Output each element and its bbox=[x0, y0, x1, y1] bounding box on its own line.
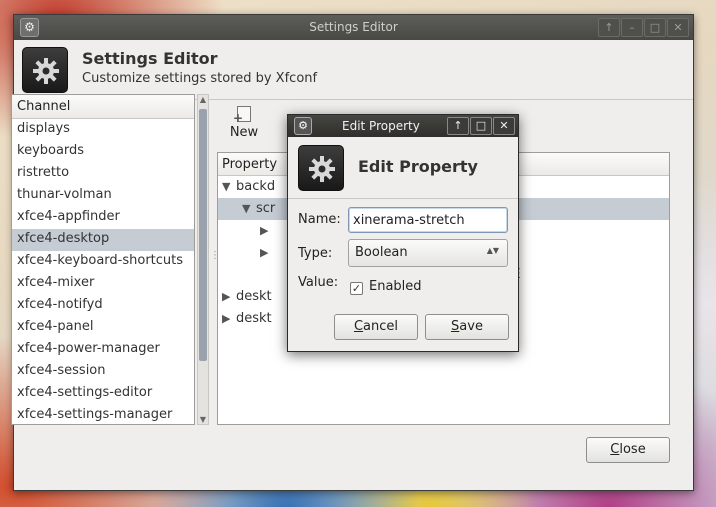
channel-item[interactable]: xfce4-power-manager bbox=[12, 339, 194, 361]
shade-icon[interactable]: ↑ bbox=[598, 18, 620, 37]
dialog-window-controls: ↑ □ ✕ bbox=[447, 117, 515, 135]
dialog-menu-icon[interactable]: ⚙ bbox=[294, 117, 312, 135]
save-button[interactable]: Save bbox=[425, 314, 509, 340]
name-label: Name: bbox=[298, 212, 341, 227]
enabled-checkbox[interactable]: ✓ Enabled bbox=[350, 279, 422, 295]
collapsed-arrow-icon[interactable]: ▶ bbox=[222, 312, 236, 325]
channel-item[interactable]: xfce4-keyboard-shortcuts bbox=[12, 251, 194, 273]
channel-item[interactable]: keyboards bbox=[12, 141, 194, 163]
close-window-icon[interactable]: ✕ bbox=[493, 117, 515, 135]
type-select-value: Boolean bbox=[355, 245, 408, 260]
channel-item[interactable]: xfce4-settings-manager bbox=[12, 405, 194, 424]
dialog-header-title: Edit Property bbox=[358, 157, 478, 176]
window-title: Settings Editor bbox=[309, 20, 398, 34]
collapsed-arrow-icon[interactable]: ▶ bbox=[260, 246, 274, 259]
tree-row[interactable]: ▶ deskt bbox=[222, 289, 272, 311]
tree-row[interactable]: ▶ deskt bbox=[222, 311, 272, 333]
close-button[interactable]: Close bbox=[586, 437, 670, 463]
channel-item[interactable]: xfce4-desktop bbox=[12, 229, 194, 251]
window-header: Settings Editor Customize settings store… bbox=[14, 40, 693, 100]
channel-item[interactable]: xfce4-settings-editor bbox=[12, 383, 194, 405]
channel-scrollbar[interactable]: ▲ ▼ bbox=[197, 94, 209, 425]
channel-item[interactable]: xfce4-mixer bbox=[12, 273, 194, 295]
scrollbar-thumb[interactable] bbox=[199, 109, 207, 361]
channel-column-header[interactable]: Channel bbox=[12, 95, 194, 119]
cancel-button[interactable]: Cancel bbox=[334, 314, 418, 340]
window-titlebar[interactable]: ⚙ Settings Editor ↑ – □ ✕ bbox=[14, 15, 693, 40]
collapsed-arrow-icon[interactable]: ▶ bbox=[260, 224, 274, 237]
maximize-icon[interactable]: □ bbox=[470, 117, 492, 135]
expanded-arrow-icon[interactable]: ▼ bbox=[242, 202, 256, 215]
channel-item[interactable]: xfce4-notifyd bbox=[12, 295, 194, 317]
expanded-arrow-icon[interactable]: ▼ bbox=[222, 180, 236, 193]
enabled-checkbox-label: Enabled bbox=[369, 279, 422, 294]
settings-gear-icon bbox=[22, 47, 68, 93]
scroll-up-icon[interactable]: ▲ bbox=[198, 95, 208, 104]
channel-item[interactable]: ristretto bbox=[12, 163, 194, 185]
edit-property-dialog: ⚙ Edit Property ↑ □ ✕ Edit Property Name… bbox=[287, 114, 519, 352]
checkbox-checked-icon[interactable]: ✓ bbox=[350, 282, 363, 295]
channel-item[interactable]: thunar-volman bbox=[12, 185, 194, 207]
new-property-button[interactable]: New bbox=[226, 100, 262, 146]
channel-list-panel: Channel displays keyboards ristretto thunar… bbox=[11, 94, 195, 425]
collapsed-arrow-icon[interactable]: ▶ bbox=[222, 290, 236, 303]
channel-item[interactable]: xfce4-appfinder bbox=[12, 207, 194, 229]
chevron-updown-icon: ▲▼ bbox=[486, 246, 499, 255]
channel-item[interactable]: xfce4-session bbox=[12, 361, 194, 383]
tree-row[interactable]: ▼ backd bbox=[222, 179, 275, 201]
name-input[interactable] bbox=[348, 207, 508, 233]
channel-list: displays keyboards ristretto thunar-volman x… bbox=[12, 119, 194, 424]
tree-row[interactable]: ▼ scr bbox=[242, 201, 275, 223]
dialog-title: Edit Property bbox=[342, 119, 420, 133]
type-select[interactable]: Boolean ▲▼ bbox=[348, 239, 508, 267]
new-document-icon bbox=[233, 106, 251, 125]
type-label: Type: bbox=[298, 246, 333, 261]
maximize-icon[interactable]: □ bbox=[644, 18, 666, 37]
dialog-header: Edit Property bbox=[288, 137, 518, 199]
channel-item[interactable]: displays bbox=[12, 119, 194, 141]
close-window-icon[interactable]: ✕ bbox=[667, 18, 689, 37]
property-column-header[interactable]: Property bbox=[222, 157, 277, 172]
channel-item[interactable]: xfce4-panel bbox=[12, 317, 194, 339]
new-button-label: New bbox=[229, 125, 259, 140]
window-controls: ↑ – □ ✕ bbox=[598, 18, 689, 37]
tree-row[interactable]: ▶ bbox=[260, 245, 274, 267]
dialog-titlebar[interactable]: ⚙ Edit Property ↑ □ ✕ bbox=[288, 115, 518, 137]
shade-icon[interactable]: ↑ bbox=[447, 117, 469, 135]
value-label: Value: bbox=[298, 275, 339, 290]
header-title: Settings Editor bbox=[82, 49, 218, 68]
settings-gear-icon bbox=[298, 145, 344, 191]
header-subtitle: Customize settings stored by Xfconf bbox=[82, 71, 318, 86]
minimize-icon[interactable]: – bbox=[621, 18, 643, 37]
scroll-down-icon[interactable]: ▼ bbox=[198, 415, 208, 424]
tree-row[interactable]: ▶ bbox=[260, 223, 274, 245]
